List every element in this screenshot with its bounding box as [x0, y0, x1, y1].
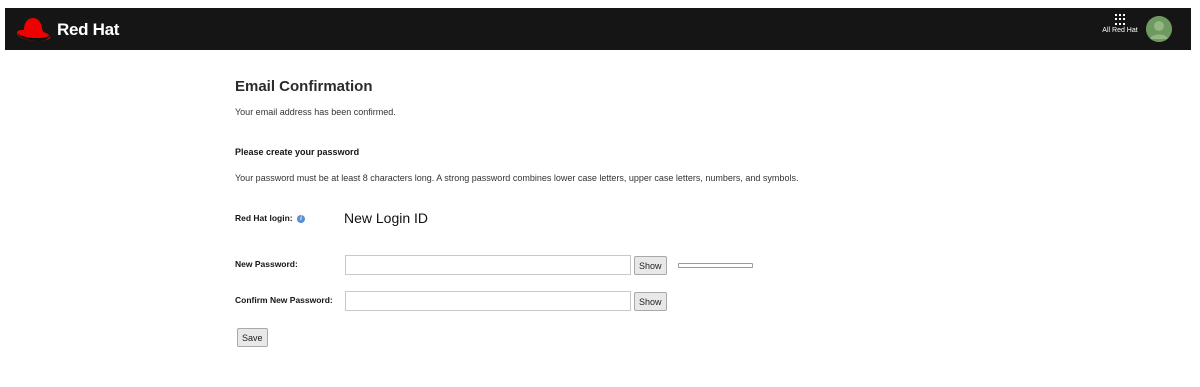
login-label: Red Hat login: [235, 213, 293, 223]
apps-label: All Red Hat [1102, 27, 1138, 34]
logo-text: Red Hat [57, 19, 120, 39]
save-button[interactable]: Save [237, 328, 268, 347]
info-icon[interactable]: i [296, 214, 305, 223]
confirm-password-label: Confirm New Password: [235, 295, 333, 305]
grid-icon [1114, 14, 1126, 25]
user-icon [1146, 16, 1172, 42]
login-label-row: Red Hat login: i [235, 213, 305, 223]
all-red-hat-apps-button[interactable]: All Red Hat [1098, 14, 1142, 34]
show-confirm-password-button[interactable]: Show [634, 292, 667, 311]
page-title: Email Confirmation [235, 78, 373, 95]
new-password-input[interactable] [345, 255, 631, 275]
new-password-label: New Password: [235, 259, 298, 269]
masthead: Red Hat All Red Hat [5, 8, 1191, 50]
red-hat-logo[interactable]: Red Hat [14, 16, 119, 43]
red-hat-logo-icon [17, 18, 50, 41]
confirmed-message: Your email address has been confirmed. [235, 107, 396, 117]
password-help-text: Your password must be at least 8 charact… [235, 173, 799, 183]
section-heading: Please create your password [235, 147, 360, 157]
show-new-password-button[interactable]: Show [634, 256, 667, 275]
avatar[interactable] [1146, 16, 1172, 42]
password-strength-meter [678, 263, 753, 268]
confirm-password-input[interactable] [345, 291, 631, 311]
login-id-value: New Login ID [344, 210, 429, 226]
